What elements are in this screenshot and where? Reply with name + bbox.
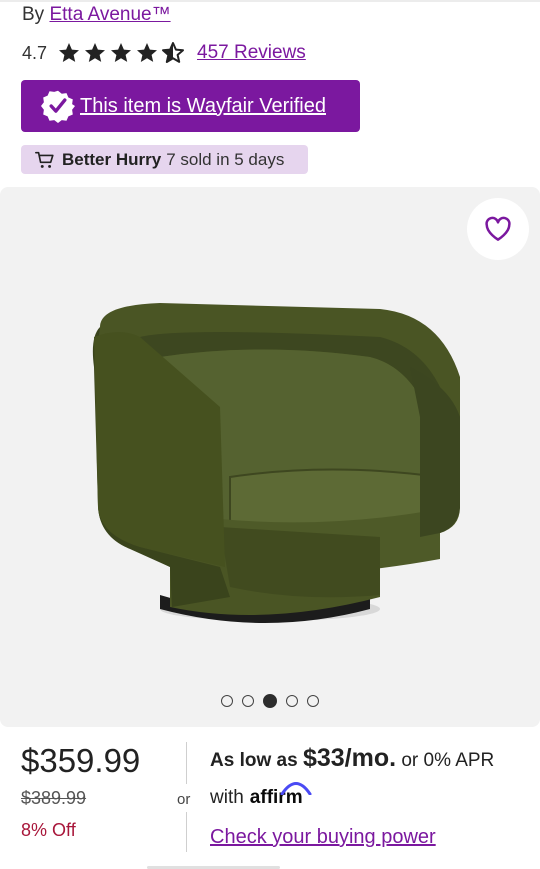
product-image — [92, 303, 460, 623]
divider-bottom — [186, 812, 187, 852]
as-low-as-label: As low as — [210, 750, 298, 771]
gallery-pagination — [0, 694, 540, 708]
monthly-price: $33/mo. — [302, 744, 397, 772]
apr-text: or 0% APR — [401, 750, 495, 771]
check-buying-power-link[interactable]: Check your buying power — [210, 826, 436, 849]
cart-icon — [35, 151, 54, 168]
sale-price: $359.99 — [21, 742, 141, 779]
or-label: or — [177, 791, 191, 808]
urgency-badge: Better Hurry 7 sold in 5 days — [21, 145, 308, 174]
gallery-dot-active[interactable] — [263, 694, 277, 708]
brand-line: By Etta Avenue™ — [22, 4, 171, 26]
product-image-gallery[interactable] — [0, 187, 540, 727]
rating-value: 4.7 — [22, 42, 48, 63]
brand-link[interactable]: Etta Avenue™ — [49, 4, 170, 25]
financing-offer: As low as $33/mo. or 0% APR — [210, 744, 494, 773]
star-rating — [57, 41, 185, 65]
original-price: $389.99 — [21, 788, 87, 808]
with-label: with — [210, 787, 244, 808]
heart-icon — [485, 216, 511, 241]
gallery-dot[interactable] — [221, 695, 233, 707]
reviews-link[interactable]: 457 Reviews — [197, 42, 306, 64]
gallery-dot[interactable] — [242, 695, 254, 707]
star-full-icon — [85, 43, 106, 62]
star-full-icon — [137, 43, 158, 62]
affirm-logo: affirm — [250, 782, 312, 809]
top-divider — [0, 0, 540, 2]
gallery-dot[interactable] — [307, 695, 319, 707]
divider-top — [186, 742, 187, 784]
brand-prefix: By — [22, 4, 45, 25]
verified-label: This item is Wayfair Verified — [80, 94, 326, 117]
affirm-line: with affirm — [210, 782, 312, 809]
urgency-text: 7 sold in 5 days — [166, 149, 285, 169]
affirm-arc-icon — [280, 782, 312, 795]
verified-badge-icon — [41, 90, 75, 123]
urgency-title: Better Hurry — [62, 149, 162, 169]
wayfair-verified-button[interactable]: This item is Wayfair Verified — [21, 80, 360, 132]
star-full-icon — [111, 43, 132, 62]
star-half-icon — [162, 42, 185, 63]
rating-row: 4.7 457 Reviews — [22, 40, 306, 66]
favorite-button[interactable] — [467, 198, 529, 260]
star-full-icon — [59, 43, 80, 62]
discount-badge: 8% Off — [21, 820, 76, 840]
gallery-dot[interactable] — [286, 695, 298, 707]
